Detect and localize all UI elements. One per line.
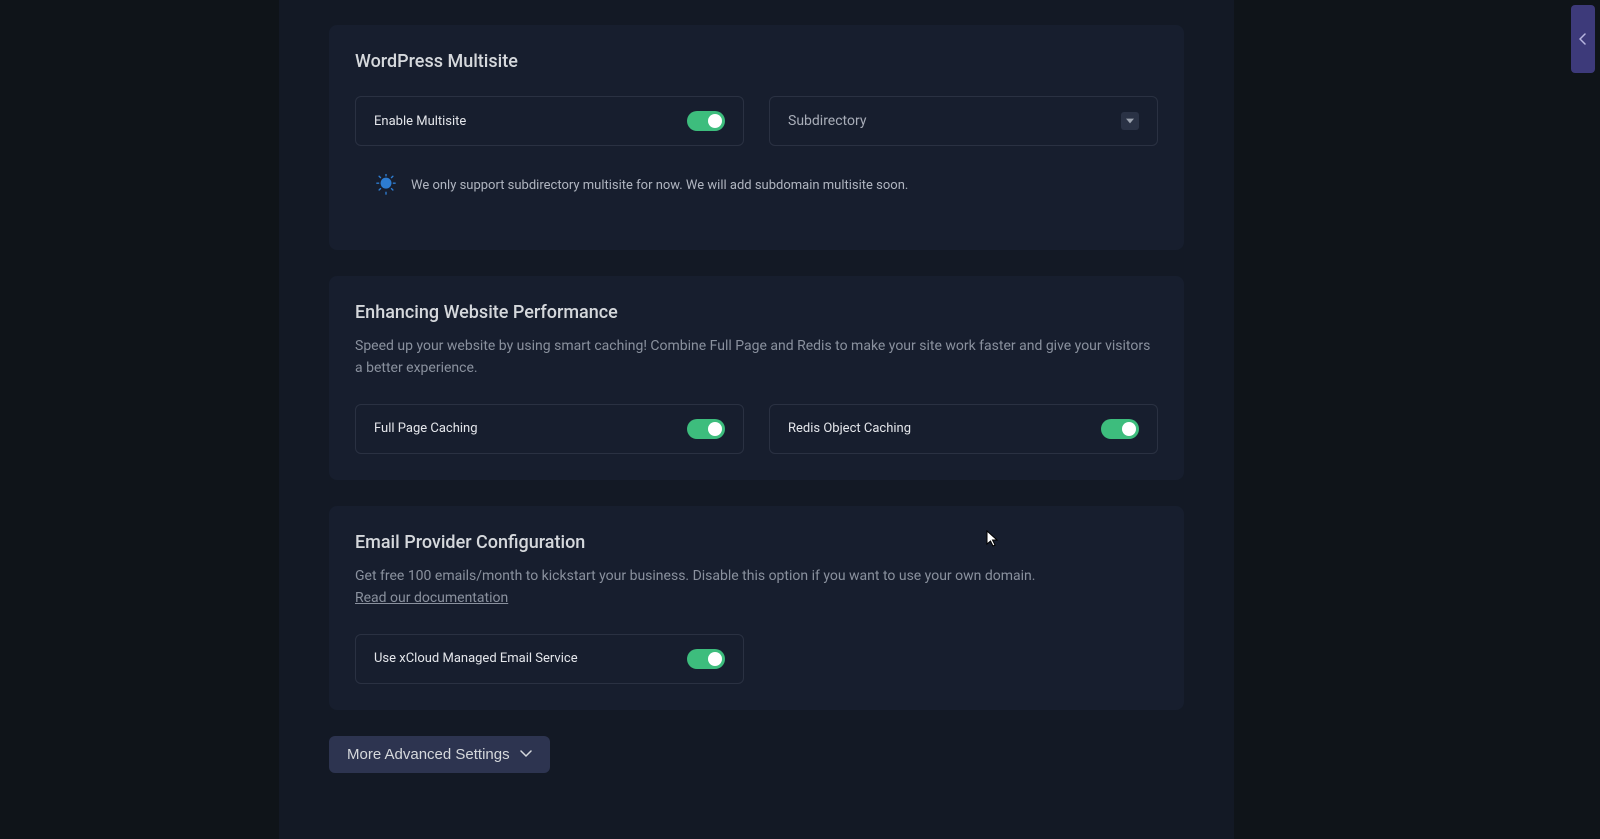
enable-multisite-toggle[interactable] [687,111,725,131]
lightbulb-icon [375,174,397,196]
redis-caching-label: Redis Object Caching [788,421,911,436]
email-service-toggle[interactable] [687,649,725,669]
multisite-info-banner: We only support subdirectory multisite f… [355,174,1158,196]
chevron-left-icon [1579,33,1587,45]
email-service-option: Use xCloud Managed Email Service [355,634,744,684]
redis-caching-toggle[interactable] [1101,419,1139,439]
enable-multisite-option: Enable Multisite [355,96,744,146]
performance-title: Enhancing Website Performance [355,302,1158,323]
right-area [1234,0,1600,839]
more-settings-label: More Advanced Settings [347,746,510,763]
main-content: WordPress Multisite Enable Multisite Sub… [279,0,1234,839]
multisite-title: WordPress Multisite [355,51,1158,72]
email-title: Email Provider Configuration [355,532,1158,553]
email-description: Get free 100 emails/month to kickstart y… [355,565,1158,610]
redis-caching-option: Redis Object Caching [769,404,1158,454]
enable-multisite-label: Enable Multisite [374,114,466,129]
sidebar-left [0,0,279,839]
full-page-caching-label: Full Page Caching [374,421,478,436]
chevron-down-icon [520,750,532,758]
chevron-down-icon [1121,112,1139,130]
more-advanced-settings-button[interactable]: More Advanced Settings [329,736,550,773]
full-page-caching-option: Full Page Caching [355,404,744,454]
full-page-caching-toggle[interactable] [687,419,725,439]
multisite-type-dropdown[interactable]: Subdirectory [769,96,1158,146]
email-options-row: Use xCloud Managed Email Service [355,634,1158,684]
multisite-options-row: Enable Multisite Subdirectory [355,96,1158,146]
multisite-card: WordPress Multisite Enable Multisite Sub… [329,25,1184,250]
performance-card: Enhancing Website Performance Speed up y… [329,276,1184,480]
performance-description: Speed up your website by using smart cac… [355,335,1158,380]
performance-options-row: Full Page Caching Redis Object Caching [355,404,1158,454]
multisite-dropdown-label: Subdirectory [788,113,866,129]
email-description-text: Get free 100 emails/month to kickstart y… [355,568,1035,584]
email-doc-link[interactable]: Read our documentation [355,590,508,606]
email-card: Email Provider Configuration Get free 10… [329,506,1184,710]
email-service-label: Use xCloud Managed Email Service [374,651,578,666]
multisite-info-text: We only support subdirectory multisite f… [411,178,908,193]
collapse-panel-button[interactable] [1571,5,1595,73]
